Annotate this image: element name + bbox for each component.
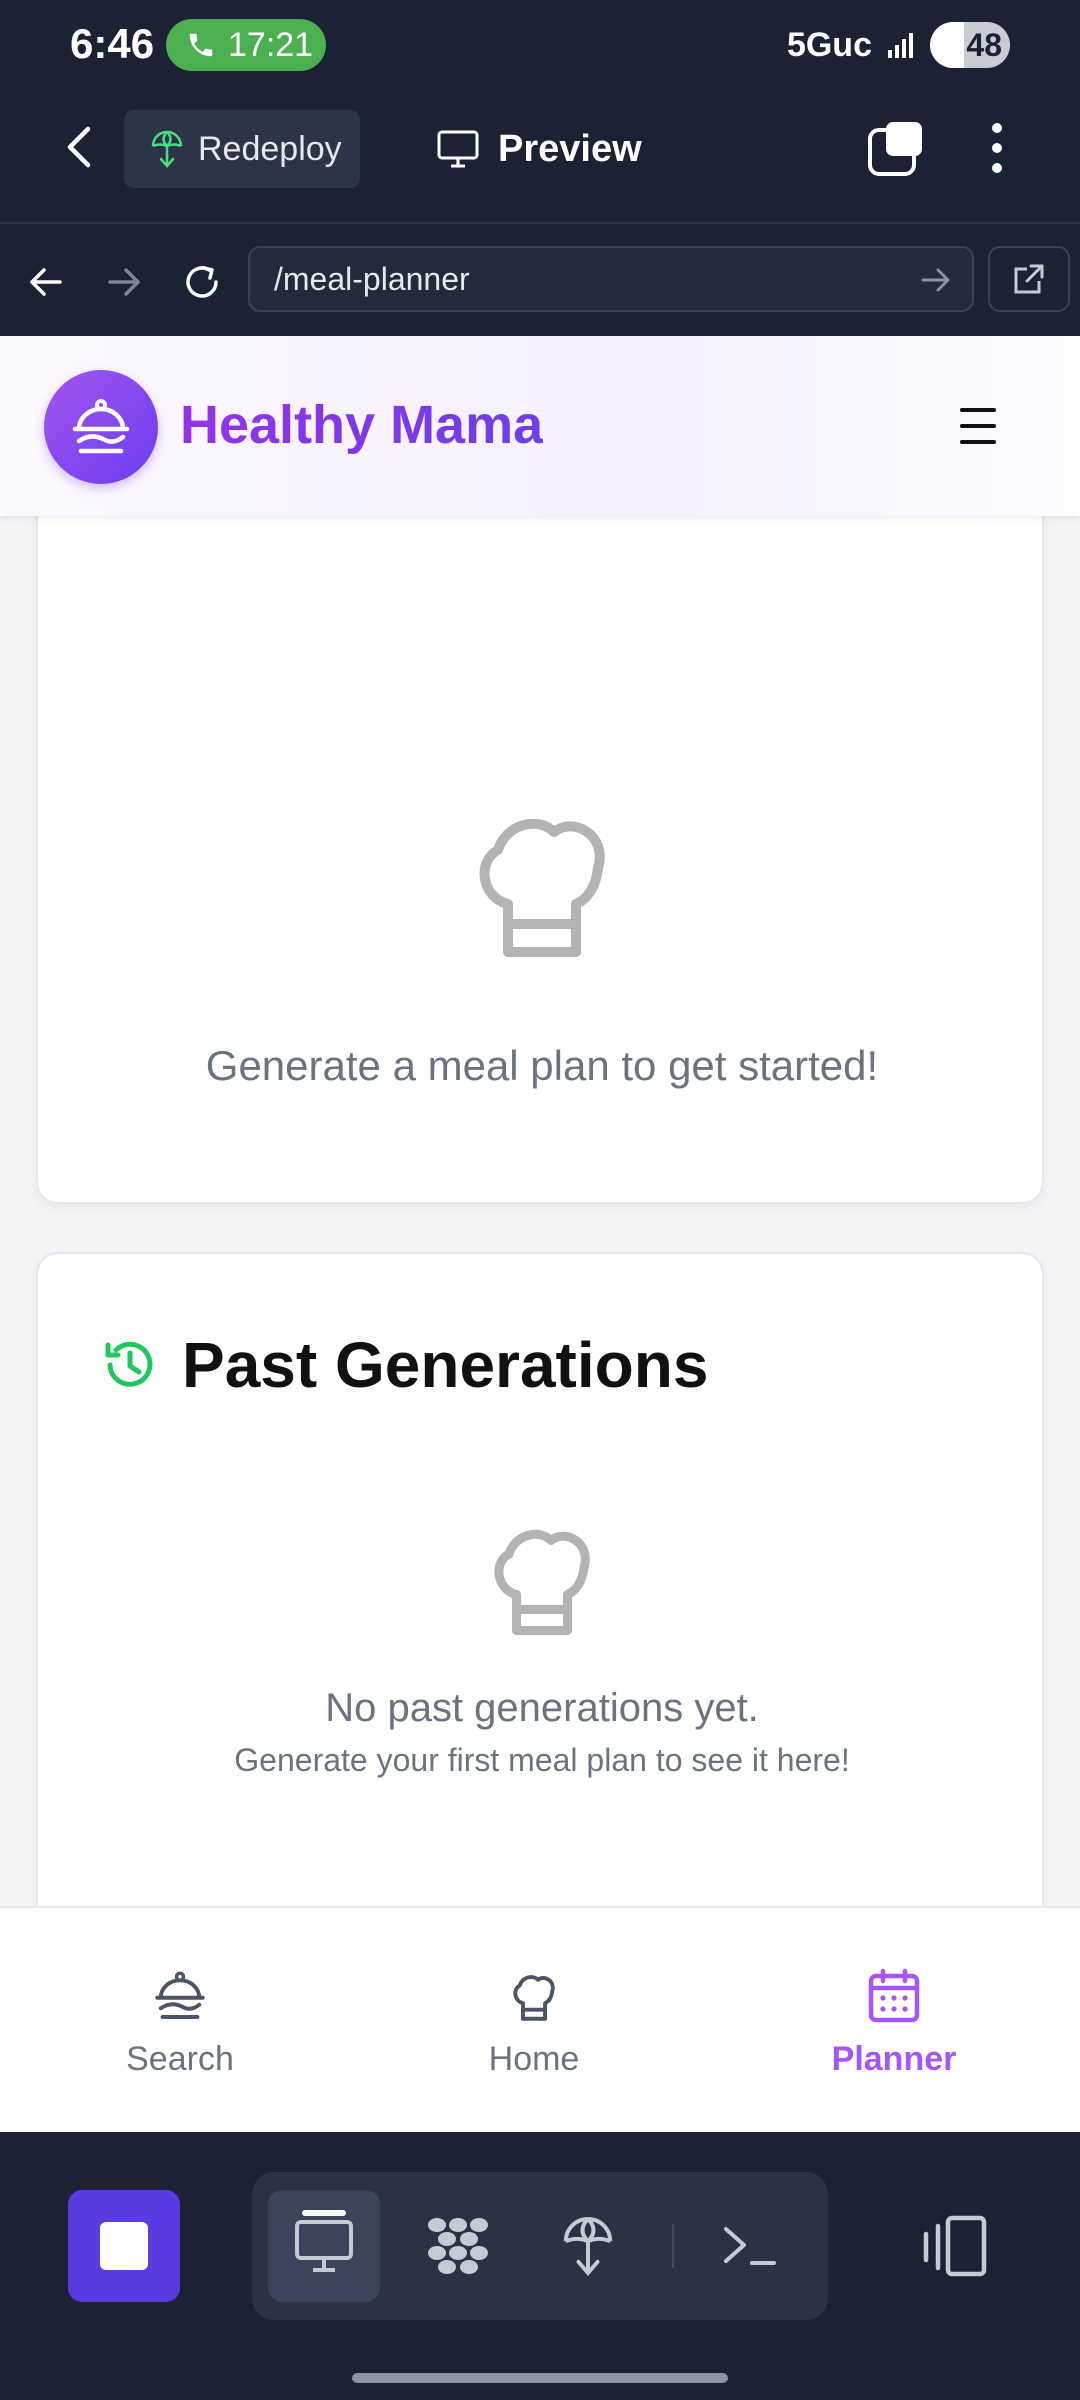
arrow-left-icon [30, 268, 62, 296]
site-title[interactable]: Healthy Mama [180, 394, 543, 456]
back-button[interactable] [50, 117, 110, 177]
more-vertical-icon [992, 123, 1002, 173]
phone-icon [189, 33, 213, 57]
stop-button[interactable] [68, 2190, 180, 2302]
web-viewport: Healthy Mama Generate a meal plan to get… [0, 336, 1080, 2132]
arrow-right-icon [108, 268, 140, 296]
chevron-left-icon [67, 126, 91, 168]
deploy-view-button[interactable] [532, 2190, 644, 2302]
active-view-indicator [302, 2210, 346, 2216]
deploy-globe-icon [151, 130, 183, 168]
hamburger-line [960, 424, 996, 428]
redeploy-label: Redeploy [198, 129, 342, 168]
past-generations-header: Past Generations [102, 1328, 708, 1402]
terminal-icon [724, 2227, 776, 2265]
nodes-icon [428, 2218, 488, 2274]
tabs-icon [868, 122, 922, 176]
dock-separator [672, 2224, 674, 2268]
calendar-icon [868, 1968, 920, 2023]
url-path: /meal-planner [274, 260, 470, 297]
view-switcher [252, 2172, 828, 2320]
agent-view-button[interactable] [402, 2190, 514, 2302]
preview-label: Preview [498, 127, 642, 170]
tabs-button[interactable] [866, 118, 926, 178]
bottom-dock [0, 2132, 1080, 2400]
call-indicator[interactable]: 17:21 [166, 19, 326, 71]
stop-icon [100, 2222, 148, 2270]
home-indicator[interactable] [352, 2373, 728, 2383]
hamburger-line [960, 408, 996, 412]
network-indicator: 5Guc [786, 25, 872, 64]
chef-hat-icon [479, 818, 605, 957]
external-link-icon [1014, 264, 1044, 294]
browser-nav-bar: /meal-planner [0, 224, 1080, 336]
site-header: Healthy Mama [0, 336, 1080, 516]
call-duration: 17:21 [228, 25, 314, 64]
redeploy-button[interactable]: Redeploy [124, 110, 360, 188]
nav-item-planner[interactable]: Planner [784, 1964, 1004, 2079]
go-arrow-icon[interactable] [918, 262, 954, 298]
status-time: 6:46 [70, 20, 155, 67]
nav-item-search[interactable]: Search [70, 1964, 290, 2079]
past-generations-empty-subtitle: Generate your first meal plan to see it … [234, 1742, 850, 1778]
devices-button[interactable] [920, 2212, 990, 2282]
more-options-button[interactable] [972, 118, 1022, 178]
battery-indicator: 48 [930, 22, 1010, 68]
meal-plan-card: Generate a meal plan to get started! [36, 436, 1044, 1204]
reload-button[interactable] [174, 254, 230, 310]
device-switch-icon [923, 2215, 987, 2277]
nav-label-planner: Planner [831, 2040, 957, 2078]
bottom-navigation: Search Home Planner [0, 1906, 1080, 2132]
terminal-view-button[interactable] [694, 2190, 806, 2302]
history-icon [105, 1341, 153, 1387]
battery-level: 48 [966, 26, 1002, 63]
browser-forward-button[interactable] [96, 254, 152, 310]
preview-tab[interactable]: Preview [436, 110, 642, 188]
deploy-globe-icon [563, 2217, 613, 2277]
status-bar: 6:46 17:21 5Guc 48 [0, 0, 1080, 92]
nav-item-home[interactable]: Home [424, 1964, 644, 2079]
signal-icon [888, 33, 913, 58]
chef-hat-icon [494, 1529, 590, 1635]
url-input[interactable]: /meal-planner [248, 246, 974, 312]
past-generations-empty-title: No past generations yet. [325, 1686, 759, 1730]
browser-back-button[interactable] [18, 254, 74, 310]
serving-dish-icon [72, 399, 130, 454]
nav-label-home: Home [488, 2040, 580, 2078]
preview-view-button[interactable] [268, 2190, 380, 2302]
site-logo[interactable] [44, 370, 158, 484]
monitor-icon [295, 2220, 353, 2272]
app-toolbar: Redeploy Preview [0, 92, 1080, 222]
serving-dish-icon [155, 1971, 205, 2019]
open-external-button[interactable] [988, 246, 1070, 312]
meal-plan-empty-message: Generate a meal plan to get started! [205, 1042, 879, 1089]
monitor-icon [437, 130, 479, 168]
reload-icon [186, 266, 218, 298]
menu-button[interactable] [954, 402, 1002, 450]
past-generations-title: Past Generations [182, 1329, 709, 1401]
hamburger-line [960, 440, 996, 444]
chef-hat-icon [513, 1975, 555, 2021]
nav-label-search: Search [126, 2040, 234, 2078]
